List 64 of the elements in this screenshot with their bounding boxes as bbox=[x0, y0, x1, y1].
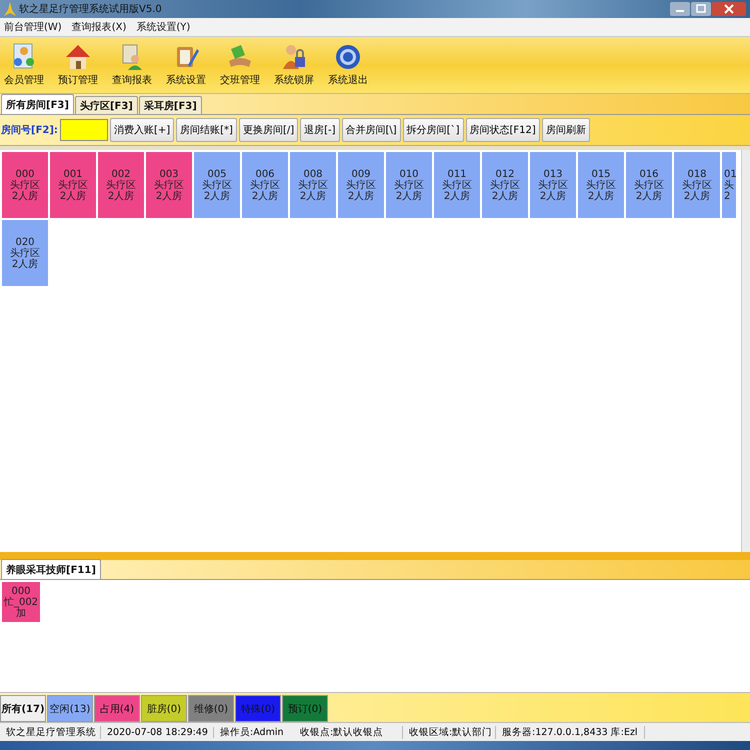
room-tile[interactable]: 011 头疗区 2人房 bbox=[434, 152, 480, 218]
status-filter[interactable]: 所有(17) bbox=[0, 695, 46, 722]
status-field: 服务器:127.0.0.1,8433 库:Ezl bbox=[496, 726, 645, 738]
people-icon bbox=[11, 43, 37, 71]
room-tile[interactable]: 013 头疗区 2人房 bbox=[530, 152, 576, 218]
status-filter[interactable]: 占用(4) bbox=[94, 695, 140, 722]
room-tile[interactable]: 020 头疗区 2人房 bbox=[2, 220, 48, 286]
app-icon bbox=[4, 2, 16, 16]
toolbar-button[interactable]: 系统设置 bbox=[166, 43, 206, 87]
toolbar-button[interactable]: 系统退出 bbox=[328, 43, 368, 87]
status-filter[interactable]: 维修(0) bbox=[188, 695, 234, 722]
menu-item[interactable]: 查询报表(X) bbox=[72, 20, 126, 34]
maximize-icon[interactable] bbox=[691, 2, 711, 16]
action-button[interactable]: 拆分房间[`] bbox=[402, 118, 464, 142]
window-title: 软之星足疗管理系统试用版V5.0 bbox=[19, 2, 162, 16]
room-tile[interactable]: 010 头疗区 2人房 bbox=[386, 152, 432, 218]
house-icon bbox=[65, 43, 91, 71]
status-field: 收银点:默认收银点 bbox=[294, 726, 403, 738]
room-tile[interactable]: 005 头疗区 2人房 bbox=[194, 152, 240, 218]
toolbar-button[interactable]: 查询报表 bbox=[112, 43, 152, 87]
toolbar-button[interactable]: 交班管理 bbox=[220, 43, 260, 87]
area-tab[interactable]: 所有房间[F3] bbox=[1, 94, 74, 114]
menu-item[interactable]: 系统设置(Y) bbox=[136, 20, 190, 34]
status-filter[interactable]: 脏房(0) bbox=[141, 695, 187, 722]
close-icon[interactable] bbox=[712, 2, 746, 16]
room-tile[interactable]: 01 头 2 bbox=[722, 152, 736, 218]
toolbar-button[interactable]: 预订管理 bbox=[58, 43, 98, 87]
room-tile[interactable]: 009 头疗区 2人房 bbox=[338, 152, 384, 218]
room-tile[interactable]: 000 头疗区 2人房 bbox=[2, 152, 48, 218]
technician-tile[interactable]: 000 忙_002 加 bbox=[2, 582, 40, 622]
room-tile[interactable]: 003 头疗区 2人房 bbox=[146, 152, 192, 218]
room-tile[interactable]: 016 头疗区 2人房 bbox=[626, 152, 672, 218]
status-field: 软之星足疗管理系统 bbox=[0, 726, 101, 738]
person-lock-icon bbox=[281, 43, 307, 71]
status-field: 操作员:Admin bbox=[214, 726, 294, 738]
action-button[interactable]: 消费入账[+] bbox=[110, 118, 174, 142]
action-button[interactable]: 房间状态[F12] bbox=[466, 118, 540, 142]
room-tile[interactable]: 001 头疗区 2人房 bbox=[50, 152, 96, 218]
room-number-label: 房间号[F2]: bbox=[1, 123, 58, 137]
room-tile[interactable]: 002 头疗区 2人房 bbox=[98, 152, 144, 218]
splitter-handle[interactable] bbox=[0, 552, 750, 560]
action-button[interactable]: 退房[-] bbox=[300, 118, 340, 142]
room-tile[interactable]: 015 头疗区 2人房 bbox=[578, 152, 624, 218]
area-tab[interactable]: 头疗区[F3] bbox=[74, 96, 138, 114]
status-field: 2020-07-08 18:29:49 bbox=[101, 726, 214, 738]
action-button[interactable]: 更换房间[/] bbox=[238, 118, 298, 142]
action-button[interactable]: 房间结账[*] bbox=[176, 118, 237, 142]
menu-item[interactable]: 前台管理(W) bbox=[4, 20, 62, 34]
room-tile[interactable]: 006 头疗区 2人房 bbox=[242, 152, 288, 218]
toolbar-button[interactable]: 系统锁屏 bbox=[274, 43, 314, 87]
technician-tab[interactable]: 养眼采耳技师[F11] bbox=[1, 559, 101, 579]
room-number-field[interactable] bbox=[60, 119, 108, 141]
action-button[interactable]: 合并房间[\] bbox=[342, 118, 401, 142]
area-tab[interactable]: 采耳房[F3] bbox=[138, 96, 202, 114]
room-tile[interactable]: 012 头疗区 2人房 bbox=[482, 152, 528, 218]
status-filter[interactable]: 空闲(13) bbox=[47, 695, 93, 722]
status-field: 收银区域:默认部门 bbox=[403, 726, 496, 738]
room-tile[interactable]: 018 头疗区 2人房 bbox=[674, 152, 720, 218]
minimize-icon[interactable] bbox=[670, 2, 690, 16]
scrollbar[interactable] bbox=[741, 150, 750, 552]
power-icon bbox=[335, 43, 361, 71]
toolbar-button[interactable]: 会员管理 bbox=[4, 43, 44, 87]
action-button[interactable]: 房间刷新 bbox=[542, 118, 590, 142]
room-tile[interactable]: 008 头疗区 2人房 bbox=[290, 152, 336, 218]
